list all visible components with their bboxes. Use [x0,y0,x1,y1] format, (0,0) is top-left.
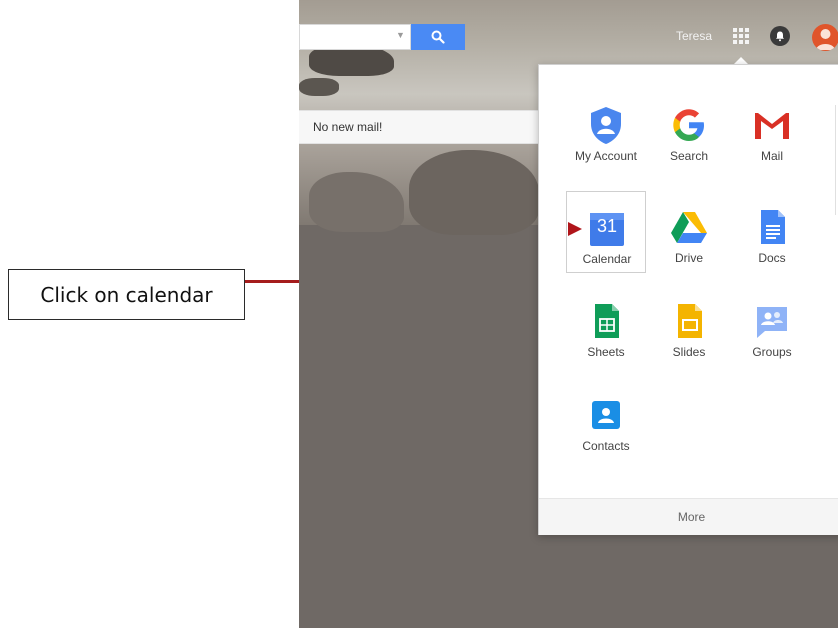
more-label: More [677,510,706,524]
app-my-account[interactable]: My Account [566,89,646,171]
app-slides[interactable]: Slides [649,285,729,367]
notifications-button[interactable] [770,26,790,46]
groups-icon [757,307,787,338]
app-sheets[interactable]: Sheets [566,285,646,367]
search-options-chevron-icon[interactable]: ▼ [396,30,405,40]
drive-icon [671,212,707,243]
app-label: Search [669,149,709,163]
slides-icon [678,304,702,338]
app-contacts[interactable]: Contacts [566,379,646,461]
app-search[interactable]: Search [649,89,729,171]
app-label: Contacts [582,439,630,453]
bell-icon [776,31,784,42]
annotation-arrowhead [568,222,582,236]
docs-icon [761,210,785,244]
gmail-screenshot: ▼ Teresa No new mail! My Account Search … [299,0,838,628]
app-label: Calendar [582,252,632,266]
app-groups[interactable]: Groups [732,285,812,367]
contacts-icon [592,401,620,429]
app-docs[interactable]: Docs [732,191,812,273]
app-label: Slides [672,345,706,359]
app-label: Drive [674,251,703,265]
google-g-icon [673,109,704,141]
search-button[interactable] [411,24,465,50]
user-name[interactable]: Teresa [676,29,712,43]
app-label: Docs [758,251,786,265]
gmail-icon [755,113,789,139]
app-mail[interactable]: Mail [732,89,812,171]
more-apps-button[interactable]: More [539,498,838,535]
app-label: Sheets [587,345,625,359]
annotation-text: Click on calendar [40,282,213,307]
sheets-icon [595,304,619,338]
apps-grid-icon [733,28,749,44]
mail-status-bar: No new mail! [299,110,539,144]
account-shield-icon [591,107,621,144]
annotation-callout: Click on calendar [8,269,245,320]
app-label: Mail [760,149,783,163]
calendar-day-number: 31 [596,216,618,236]
apps-button[interactable] [730,25,752,47]
app-label: Groups [752,345,792,359]
app-drive[interactable]: Drive [649,191,729,273]
search-input[interactable] [299,24,411,50]
app-launcher-panel: My Account Search Mail 31 Calendar Drive… [538,64,838,535]
search-icon [431,30,445,44]
mail-status-text: No new mail! [313,120,383,134]
app-label: My Account [574,149,638,163]
user-avatar-icon[interactable] [812,24,838,51]
